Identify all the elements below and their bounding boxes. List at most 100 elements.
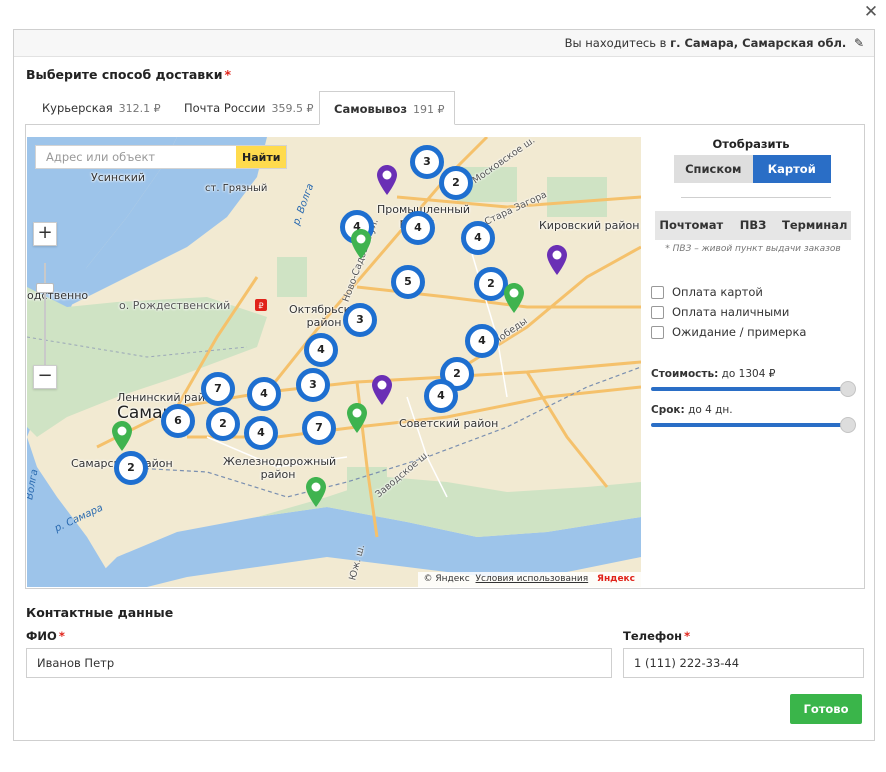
tab-pickup-label: Самовывоз bbox=[334, 102, 408, 116]
tab-courier-label: Курьерская bbox=[42, 101, 113, 115]
pickup-pin-green-icon[interactable] bbox=[347, 403, 367, 433]
checkbox-cash-payment[interactable]: Оплата наличными bbox=[651, 304, 789, 320]
tab-post-price: 359.5 ₽ bbox=[271, 102, 314, 115]
pickup-pin-green-icon[interactable] bbox=[112, 421, 132, 451]
map-copyright: © Яндекс bbox=[423, 574, 470, 584]
map[interactable]: Усинский ст. Грязный р. Волга одственно … bbox=[27, 137, 641, 587]
view-toggle: Списком Картой bbox=[674, 155, 831, 183]
cost-slider[interactable] bbox=[651, 381, 856, 397]
checkbox-label: Оплата картой bbox=[672, 285, 763, 299]
tab-post[interactable]: Почта России 359.5 ₽ bbox=[170, 91, 327, 125]
required-mark: * bbox=[224, 67, 232, 82]
map-search-button[interactable]: Найти bbox=[236, 146, 286, 168]
checkbox-card-payment[interactable]: Оплата картой bbox=[651, 284, 763, 300]
checkbox-label: Ожидание / примерка bbox=[672, 325, 807, 339]
cost-slider-handle[interactable] bbox=[840, 381, 856, 397]
map-terms-link[interactable]: Условия использования bbox=[476, 574, 589, 584]
cluster-marker[interactable]: 4 bbox=[244, 416, 278, 450]
checkbox-fitting[interactable]: Ожидание / примерка bbox=[651, 324, 806, 340]
map-label-rozhdestvensky: о. Рождественский bbox=[119, 299, 231, 312]
term-slider-track[interactable] bbox=[651, 423, 849, 427]
cluster-marker[interactable]: 3 bbox=[343, 303, 377, 337]
zoom-out-button[interactable]: − bbox=[33, 365, 57, 389]
cluster-marker[interactable]: 4 bbox=[304, 333, 338, 367]
location-city: г. Самара, Самарская обл. bbox=[670, 36, 847, 50]
location-prefix: Вы находитесь в bbox=[564, 36, 667, 50]
tab-post-label: Почта России bbox=[184, 101, 266, 115]
cluster-marker[interactable]: 6 bbox=[161, 404, 195, 438]
required-mark: * bbox=[58, 629, 65, 643]
pencil-icon[interactable]: ✎ bbox=[854, 30, 864, 57]
term-label-title: Срок: bbox=[651, 404, 685, 416]
filters-sidebar: Отобразить Списком Картой Почтомат ПВЗ Т… bbox=[651, 125, 861, 585]
type-pvz-button[interactable]: ПВЗ bbox=[728, 211, 779, 240]
poi-icon: ₽ bbox=[255, 299, 267, 311]
checkbox-box[interactable] bbox=[651, 285, 664, 299]
map-search: Найти bbox=[35, 145, 287, 169]
zoom-handle[interactable] bbox=[36, 283, 54, 293]
cost-label-title: Стоимость: bbox=[651, 368, 719, 380]
close-icon[interactable]: ✕ bbox=[861, 2, 881, 22]
pickup-pin-purple-icon[interactable] bbox=[372, 375, 392, 405]
checkbox-box[interactable] bbox=[651, 325, 664, 339]
divider bbox=[681, 197, 831, 198]
pickup-type-group: Почтомат ПВЗ Терминал bbox=[655, 211, 851, 240]
term-label: Срок: до 4 дн. bbox=[651, 404, 733, 416]
cluster-marker[interactable]: 4 bbox=[247, 377, 281, 411]
map-label-kirovsky: Кировский район bbox=[539, 219, 640, 232]
view-map-button[interactable]: Картой bbox=[752, 155, 831, 183]
name-label-text: ФИО bbox=[26, 629, 57, 643]
pickup-panel: Усинский ст. Грязный р. Волга одственно … bbox=[25, 124, 865, 589]
cluster-marker[interactable]: 3 bbox=[410, 145, 444, 179]
delivery-modal: Вы находитесь в г. Самара, Самарская обл… bbox=[13, 29, 875, 741]
type-postamat-button[interactable]: Почтомат bbox=[655, 211, 728, 240]
cluster-marker[interactable]: 2 bbox=[439, 166, 473, 200]
cluster-marker[interactable]: 2 bbox=[114, 451, 148, 485]
term-value: до 4 дн. bbox=[688, 404, 733, 416]
cluster-marker[interactable]: 4 bbox=[424, 379, 458, 413]
pickup-pin-green-icon[interactable] bbox=[351, 229, 371, 259]
cluster-marker[interactable]: 2 bbox=[206, 407, 240, 441]
pickup-pin-purple-icon[interactable] bbox=[377, 165, 397, 195]
phone-label: Телефон * bbox=[623, 629, 690, 643]
cost-slider-track[interactable] bbox=[651, 387, 849, 391]
delivery-tabs: Курьерская 312.1 ₽ Почта России 359.5 ₽ Са… bbox=[26, 91, 866, 125]
delivery-title-text: Выберите способ доставки bbox=[26, 67, 223, 82]
zoom-in-button[interactable]: + bbox=[33, 222, 57, 246]
cost-value: до 1304 ₽ bbox=[721, 368, 776, 380]
cluster-marker[interactable]: 4 bbox=[465, 324, 499, 358]
map-background bbox=[27, 137, 641, 587]
name-label: ФИО * bbox=[26, 629, 65, 643]
type-terminal-button[interactable]: Терминал bbox=[778, 211, 851, 240]
cluster-marker[interactable]: 2 bbox=[474, 267, 508, 301]
term-slider[interactable] bbox=[651, 417, 856, 433]
term-slider-handle[interactable] bbox=[840, 417, 856, 433]
map-label-gryazny: ст. Грязный bbox=[205, 183, 268, 194]
zoom-track[interactable] bbox=[44, 263, 46, 373]
pvz-note: * ПВЗ – живой пункт выдачи заказов bbox=[665, 244, 841, 254]
cluster-marker[interactable]: 7 bbox=[302, 411, 336, 445]
show-title: Отобразить bbox=[712, 137, 790, 151]
location-bar: Вы находитесь в г. Самара, Самарская обл… bbox=[14, 30, 874, 57]
cluster-marker[interactable]: 4 bbox=[401, 211, 435, 245]
name-field[interactable] bbox=[26, 648, 612, 678]
map-label-usinsky: Усинский bbox=[91, 171, 146, 184]
cluster-marker[interactable]: 4 bbox=[461, 221, 495, 255]
pickup-pin-green-icon[interactable] bbox=[504, 283, 524, 313]
tab-pickup[interactable]: Самовывоз 191 ₽ bbox=[319, 91, 455, 125]
view-list-button[interactable]: Списком bbox=[674, 155, 753, 183]
phone-field[interactable] bbox=[623, 648, 864, 678]
submit-button[interactable]: Готово bbox=[790, 694, 862, 724]
tab-courier[interactable]: Курьерская 312.1 ₽ bbox=[28, 91, 175, 125]
map-footer: © Яндекс Условия использования Яндекс bbox=[417, 572, 641, 587]
delivery-title: Выберите способ доставки * bbox=[26, 67, 231, 82]
cluster-marker[interactable]: 5 bbox=[391, 265, 425, 299]
map-search-input[interactable] bbox=[36, 146, 236, 168]
contacts-title: Контактные данные bbox=[26, 605, 174, 620]
checkbox-box[interactable] bbox=[651, 305, 664, 319]
cluster-marker[interactable]: 7 bbox=[201, 372, 235, 406]
cost-label: Стоимость: до 1304 ₽ bbox=[651, 368, 775, 380]
cluster-marker[interactable]: 3 bbox=[296, 368, 330, 402]
pickup-pin-purple-icon[interactable] bbox=[547, 245, 567, 275]
pickup-pin-green-icon[interactable] bbox=[306, 477, 326, 507]
